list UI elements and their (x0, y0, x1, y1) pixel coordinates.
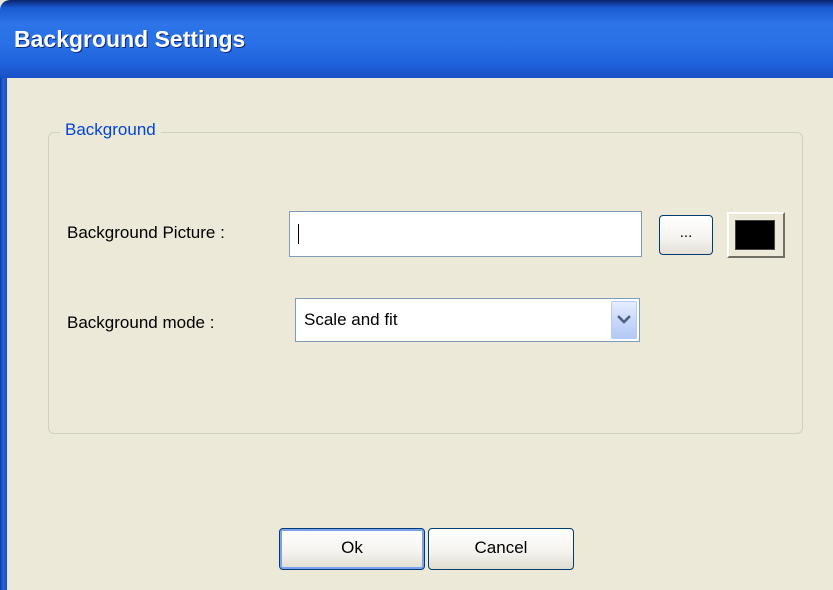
browse-button[interactable]: ... (659, 215, 713, 255)
cancel-button[interactable]: Cancel (428, 528, 574, 570)
window-title: Background Settings (14, 26, 246, 52)
background-picture-label: Background Picture : (67, 223, 225, 242)
background-mode-value: Scale and fit (304, 310, 398, 329)
background-mode-select[interactable]: Scale and fit (295, 298, 640, 342)
color-picker-button[interactable] (727, 212, 785, 258)
background-picture-input[interactable] (289, 211, 642, 257)
background-mode-label: Background mode : (67, 313, 215, 332)
text-caret (298, 224, 299, 244)
window-left-border (0, 78, 7, 590)
ok-button[interactable]: Ok (279, 528, 425, 570)
title-bar[interactable]: Background Settings (0, 0, 833, 78)
background-settings-dialog: Background Settings Background Backgroun… (0, 0, 833, 590)
color-swatch (735, 220, 775, 250)
groupbox-legend: Background (60, 120, 161, 140)
background-groupbox (48, 132, 803, 434)
chevron-down-icon[interactable] (611, 301, 637, 339)
